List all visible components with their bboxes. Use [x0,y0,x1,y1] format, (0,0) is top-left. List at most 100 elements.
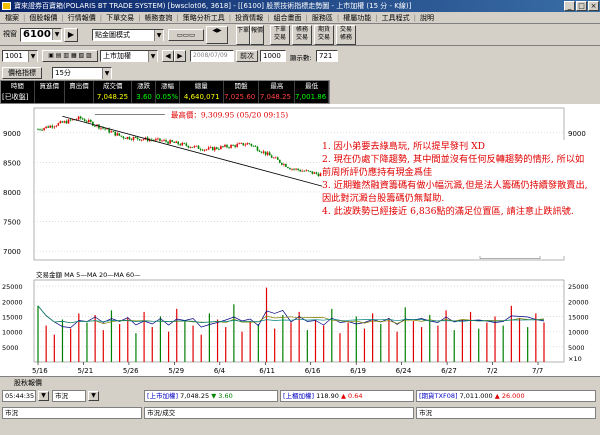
menu-item[interactable]: 策略分析工具 [180,13,228,23]
date-input[interactable]: 2008/07/09 [190,50,234,62]
x-tick-label: 6/16 [305,367,321,375]
otc-value: 118.90 [316,392,339,400]
quote-header-cell: 總量 [179,81,224,92]
close-button[interactable]: × [588,1,599,11]
futures-button[interactable]: 期貨 交易 [314,25,334,45]
candle-body [79,116,82,119]
candle-body [238,143,240,145]
menu-item[interactable]: 下單交易 [103,13,137,23]
menu-item[interactable]: 服務區 [309,13,336,23]
candle-body [258,150,261,152]
quote-value-cell: 7,025.60 [224,92,260,103]
futures-cell[interactable]: [期貨TXF08] 7,011.000 ▲ 26.000 [416,390,596,402]
trade-button[interactable]: 交易 帳務 [336,25,356,45]
candle-body [67,119,70,124]
minimize-button[interactable]: _ [564,1,575,11]
price-tick-label-left: 8000 [3,189,21,197]
candle-body [270,155,273,158]
status-row-1: 05:44:35 ▼ 市況 ▼ [上市加權] 7,048.25 ▼ 3.60 [… [0,389,600,403]
menu-item[interactable]: 工具程式 [379,13,413,23]
candle-body [220,146,222,150]
layout-select[interactable]: 點金圖模式 ▼ [92,29,164,41]
candle-body [69,119,72,121]
menu-item[interactable]: 說明 [417,13,437,23]
candle-body [309,171,312,172]
chart-toolbar: 1001 ▼ ▣ ▤ ▥ ▦ ▧ ▨ 上市加權 ▼ ◀ ▶ 2008/07/09… [0,46,600,66]
bars-label: 顯示數: [290,54,312,62]
prev-button[interactable]: 前次 [236,50,258,62]
candle-body [43,128,45,130]
quote-value-cell: 7,048.25 [259,92,295,103]
stock-code-input[interactable]: 1001 ▼ [2,50,38,62]
otc-label: [上櫃加權] [283,392,315,400]
prev-icon[interactable]: ◀ [162,50,174,62]
menu-item[interactable]: 投資情報 [232,13,266,23]
candle-body [185,143,188,146]
go-button[interactable]: ▶ [64,28,78,42]
candle-body [187,145,190,148]
bars-input[interactable]: 721 [316,50,338,62]
chevron-down-icon[interactable]: ▼ [52,29,61,40]
window-code-input[interactable]: 6100 ▼ [20,28,62,42]
candle-body [268,152,271,156]
candle-body [317,173,320,177]
candle-body [297,168,299,170]
chevron-down-icon[interactable]: ▼ [148,51,157,62]
candle-body [252,145,255,147]
candle-body [289,168,291,170]
candle-body [116,133,119,136]
chevron-down-icon[interactable]: ▼ [154,30,163,41]
candle-body [191,147,194,149]
candle-body [291,168,293,170]
menu-item[interactable]: 個股報價 [26,13,60,23]
menu-item[interactable]: 組合畫面 [271,13,305,23]
candle-body [65,121,68,124]
candle-body [130,139,133,141]
candle-body [197,145,200,149]
order-trade-button[interactable]: 下單 交易 [270,25,290,45]
candle-body [104,128,106,130]
quote-button[interactable]: 報價 [250,25,264,45]
chevron-down-icon[interactable]: ▼ [28,51,37,62]
layout-button[interactable]: ▭▭▭ [168,29,204,41]
candle-body [134,137,137,138]
indicator-button[interactable]: 價格指標 [2,67,42,79]
next-icon[interactable]: ▶ [174,50,186,62]
candle-body [136,137,139,140]
candle-body [230,144,232,148]
market-status-cell-2[interactable]: 市況/成交 [144,407,414,419]
candle-body [155,139,157,141]
menu-item[interactable]: 權屬功能 [340,13,374,23]
candle-body [124,138,127,139]
quote-header-cell: 賣出價 [64,81,95,92]
stock-name-select[interactable]: 上市加權 ▼ [100,50,158,62]
menu-item[interactable]: 檔案 [2,13,22,23]
quote-value-cell: 4,640,071 [180,92,224,103]
maximize-button[interactable]: □ [576,1,587,11]
market-status-cell-1[interactable]: 市況 [2,407,142,419]
chevron-down-icon[interactable]: ▼ [102,68,111,79]
chart-area[interactable]: 9000900085008500800080007500750070007000… [0,104,600,376]
status-title-text: 股秋報價 [14,379,42,387]
candle-body [283,164,285,165]
candle-body [57,123,60,126]
clock-button[interactable]: ▼ [38,391,49,401]
menu-item[interactable]: 行情報價 [65,13,99,23]
quick-button[interactable]: ◀▶ [206,26,228,44]
candle-body [159,138,161,141]
order-button[interactable]: 下單 [236,25,250,45]
market-status-cell-3[interactable]: 市況 [416,407,596,419]
count-input[interactable]: 1000 [260,50,286,62]
twse-index-cell[interactable]: [上市加權] 7,048.25 ▼ 3.60 [144,390,278,402]
period-select[interactable]: 15分 ▼ [52,67,112,79]
quote-header-cell: 時間 [1,81,35,92]
toolbar-icons[interactable]: ▣ ▤ ▥ ▦ ▧ ▨ [42,50,98,62]
otc-index-cell[interactable]: [上櫃加權] 118.90 ▲ 0.64 [280,390,414,402]
candle-body [299,169,301,172]
candle-body [246,143,249,145]
market-button[interactable]: ▼ [88,391,99,401]
futures-change: ▲ 26.000 [494,392,525,400]
account-button[interactable]: 帳務 交易 [292,25,312,45]
menu-item[interactable]: 帳務查詢 [141,13,175,23]
candle-body [305,170,308,172]
